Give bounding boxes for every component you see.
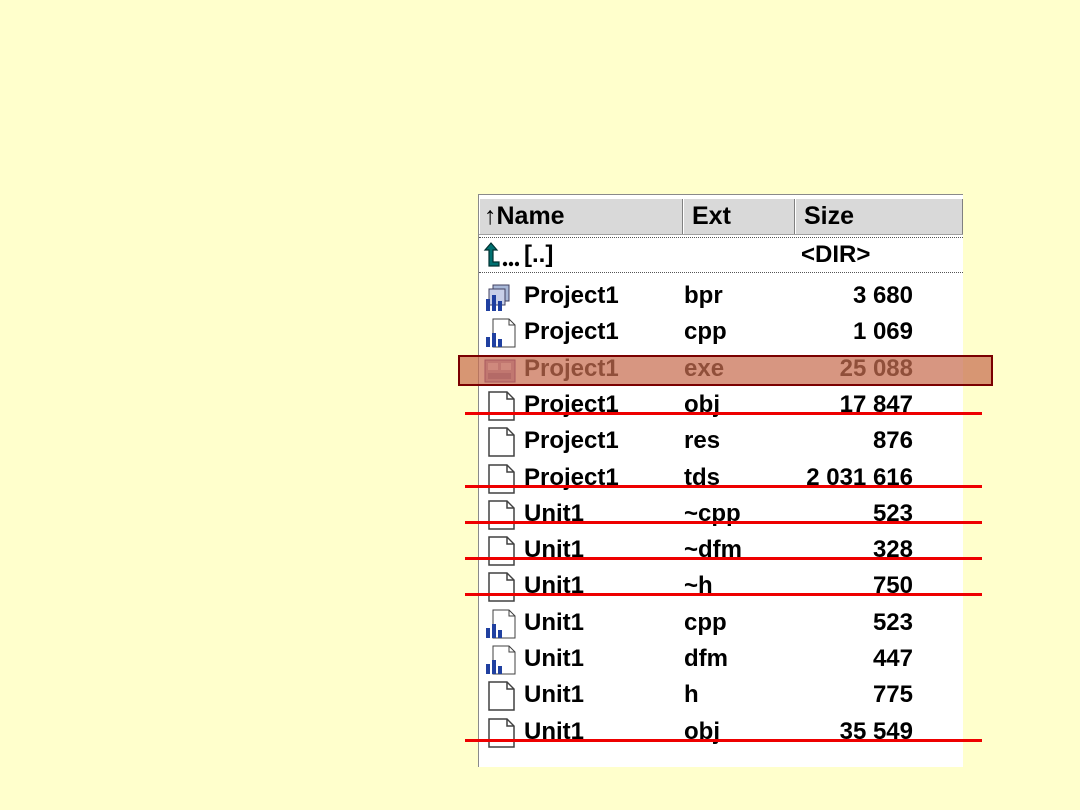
file-name: Unit1 xyxy=(524,681,584,709)
column-header: ↑Name Ext Size xyxy=(479,199,963,235)
file-row[interactable]: Unit1 ~dfm 328 xyxy=(479,533,963,569)
file-size: 775 xyxy=(872,681,913,709)
file-name: Project1 xyxy=(524,282,619,309)
source-file-icon xyxy=(486,645,516,675)
strike-through-line xyxy=(465,593,982,597)
strike-through-line xyxy=(465,557,982,561)
file-row[interactable]: Unit1 cpp 523 xyxy=(479,606,963,642)
strike-through-line xyxy=(465,738,982,742)
strike-through-line xyxy=(465,411,982,415)
column-header-size[interactable]: Size xyxy=(795,199,963,234)
column-header-name[interactable]: ↑Name xyxy=(479,199,683,234)
parent-directory-row[interactable]: [..] <DIR> xyxy=(479,237,963,273)
file-size: 447 xyxy=(872,645,913,672)
file-icon xyxy=(488,500,515,530)
sort-ascending-icon: ↑ xyxy=(484,202,497,230)
file-icon xyxy=(488,391,515,421)
column-header-ext[interactable]: Ext xyxy=(683,199,795,234)
file-ext: bpr xyxy=(684,282,723,309)
file-row[interactable]: Unit1 dfm 447 xyxy=(479,642,963,678)
file-row[interactable]: Project1 res 876 xyxy=(479,424,963,460)
file-icon xyxy=(488,427,515,457)
file-ext: cpp xyxy=(684,608,727,636)
file-size: 3 680 xyxy=(852,282,913,309)
file-ext: res xyxy=(684,427,721,455)
file-ext: cpp xyxy=(684,318,727,346)
project-group-icon xyxy=(486,284,510,311)
file-row[interactable]: Unit1 obj 35 549 xyxy=(479,715,963,751)
file-size: 1 069 xyxy=(852,318,913,346)
file-icon xyxy=(488,463,515,494)
strike-through-line xyxy=(465,520,982,524)
file-row[interactable]: Project1 cpp 1 069 xyxy=(479,315,963,351)
file-list-panel: ↑Name Ext Size [..] <DIR> Project1 bpr 3 6… xyxy=(478,194,963,767)
file-row[interactable]: Project1 bpr 3 680 xyxy=(479,279,963,315)
file-size: 523 xyxy=(872,608,913,636)
file-name: Unit1 xyxy=(524,645,584,672)
file-row[interactable]: Unit1 ~h 750 xyxy=(479,569,963,605)
file-icon xyxy=(488,681,515,712)
file-icon xyxy=(488,717,515,748)
file-row[interactable]: Unit1 ~cpp 523 xyxy=(479,497,963,533)
file-icon xyxy=(488,536,515,566)
file-size: 876 xyxy=(872,427,913,455)
file-ext: h xyxy=(684,681,699,709)
file-name: Project1 xyxy=(524,318,619,346)
parent-directory-name: [..] xyxy=(524,241,554,268)
source-file-icon xyxy=(486,609,516,639)
exe-row-highlight xyxy=(458,355,993,386)
file-row[interactable]: Unit1 h 775 xyxy=(479,678,963,714)
file-icon xyxy=(488,572,515,603)
strike-through-line xyxy=(465,484,982,488)
file-name: Project1 xyxy=(524,427,619,455)
column-name-label: Name xyxy=(496,202,565,230)
parent-directory-size: <DIR> xyxy=(801,241,871,268)
source-file-icon xyxy=(486,318,516,348)
file-row[interactable]: Project1 obj 17 847 xyxy=(479,388,963,424)
file-ext: dfm xyxy=(684,645,728,672)
file-name: Unit1 xyxy=(524,608,584,636)
up-folder-icon xyxy=(483,242,519,267)
file-row[interactable]: Project1 tds 2 031 616 xyxy=(479,461,963,497)
